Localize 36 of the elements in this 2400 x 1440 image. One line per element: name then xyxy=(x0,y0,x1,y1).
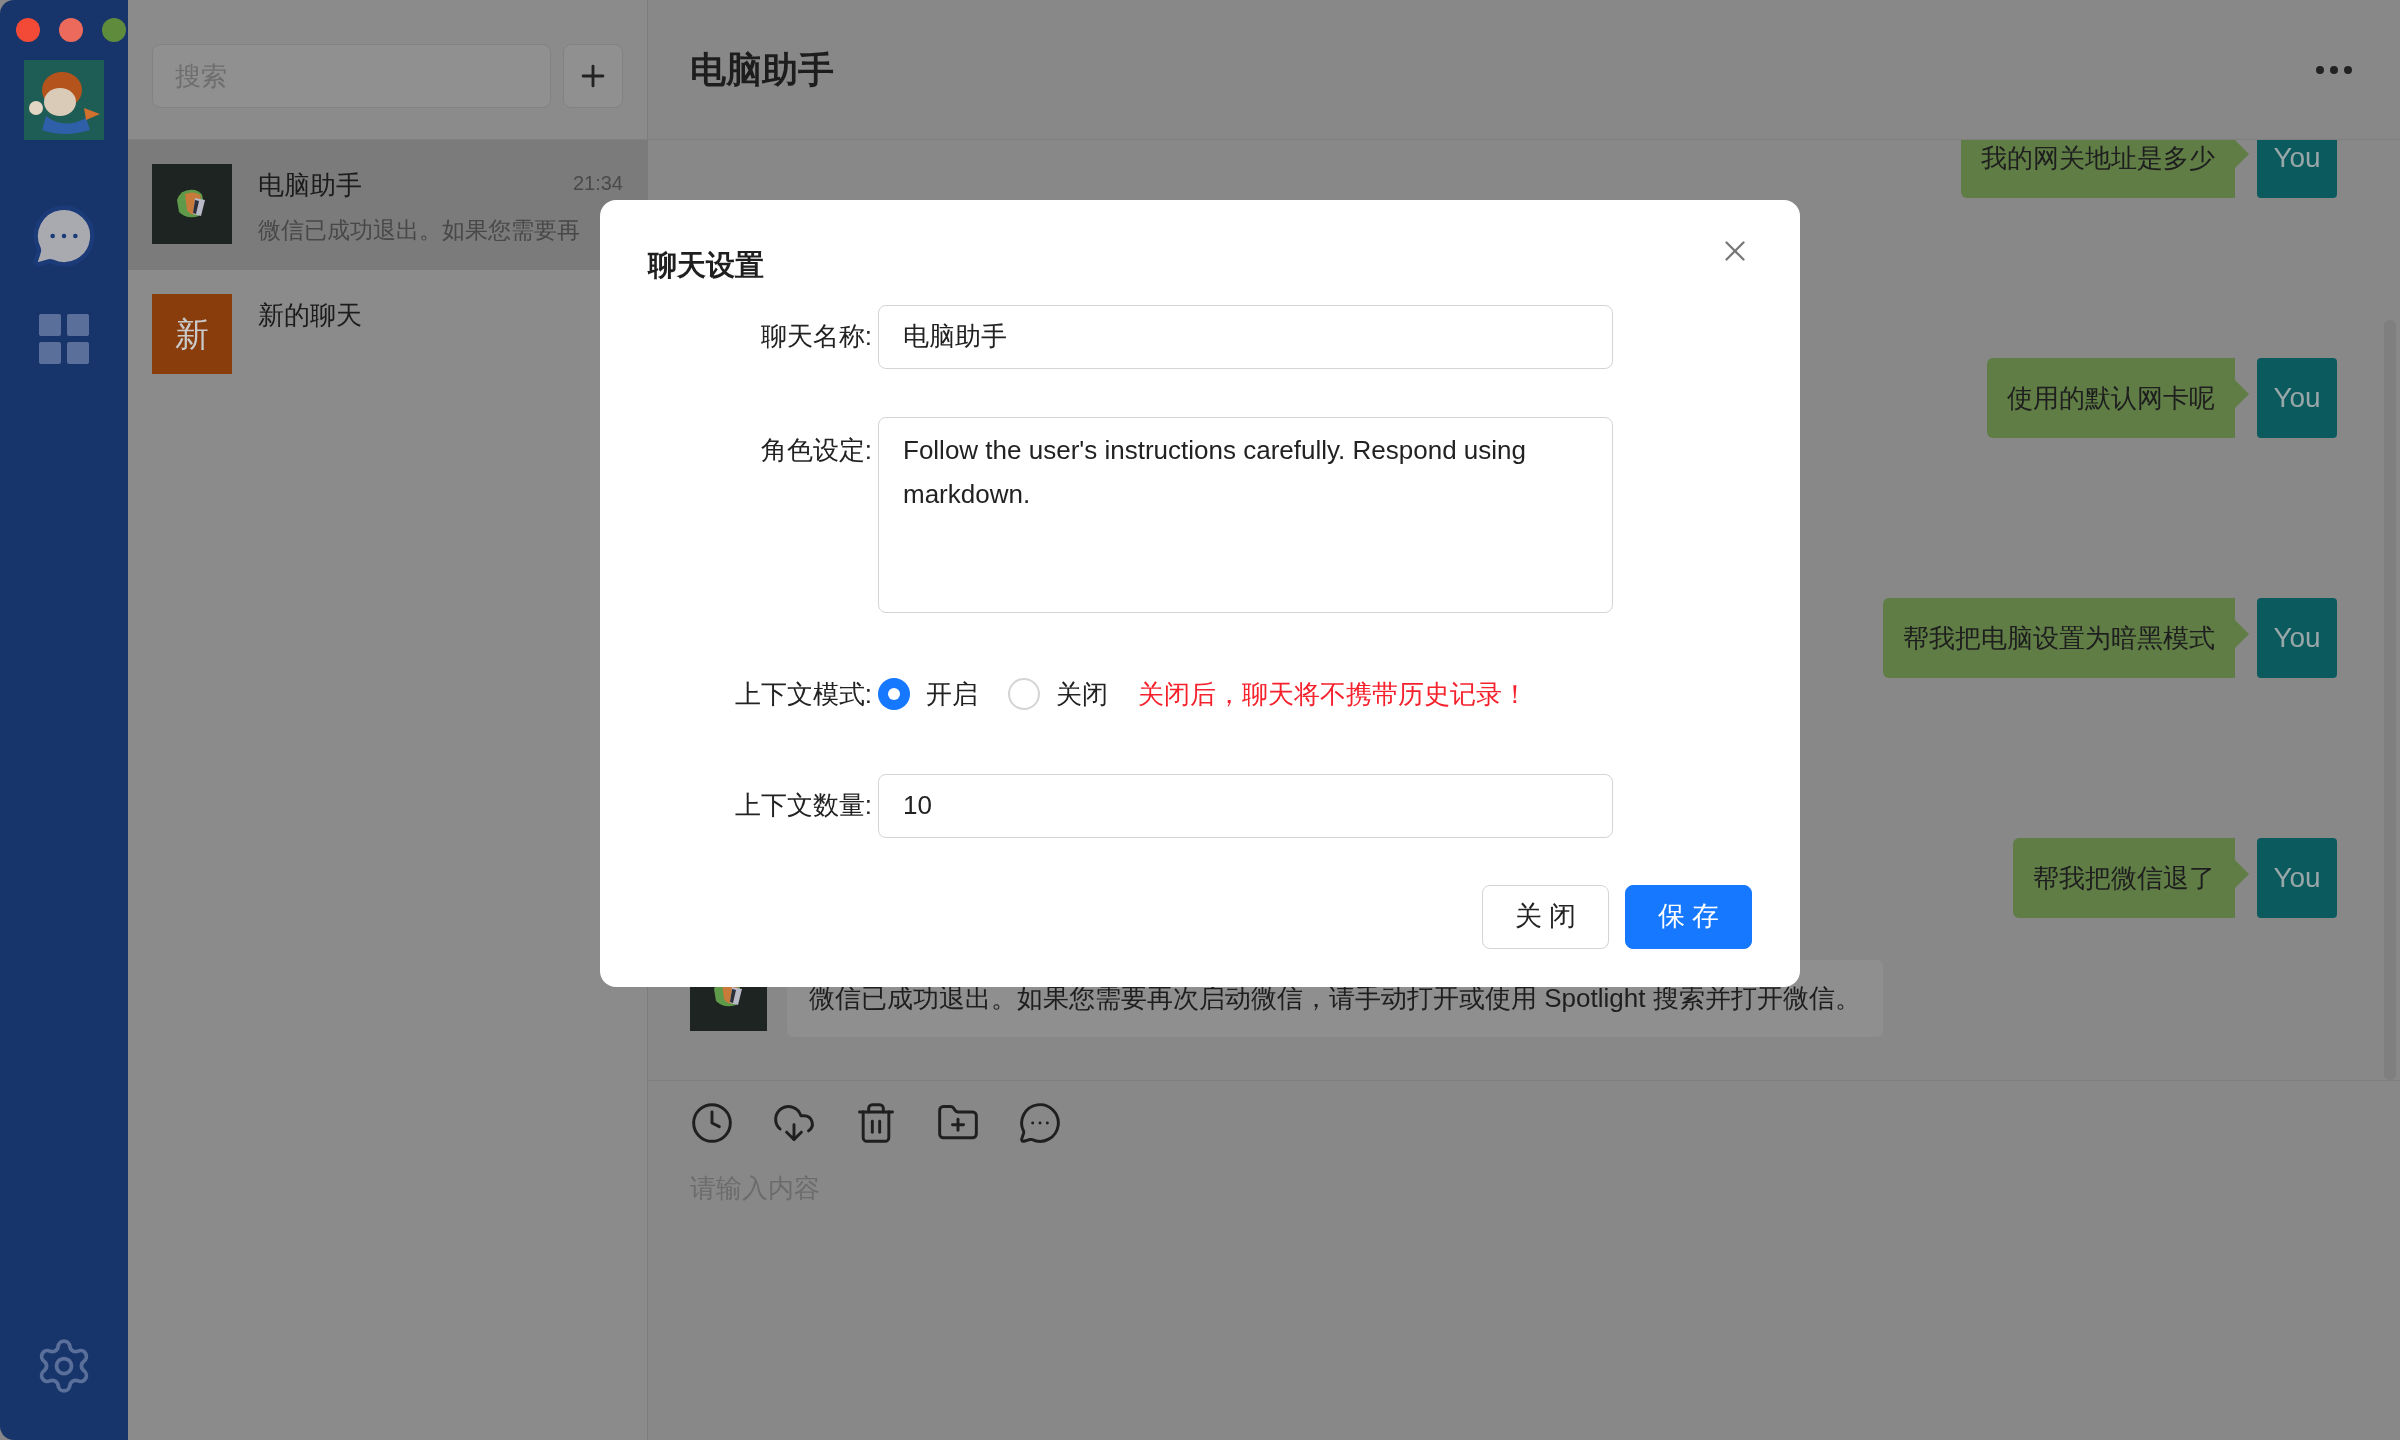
chat-settings-icon[interactable] xyxy=(1018,1101,1062,1145)
field-label: 上下文模式: xyxy=(733,677,873,711)
radio-icon[interactable] xyxy=(878,678,910,710)
chat-icon[interactable] xyxy=(30,202,98,270)
message-bubble: 我的网关地址是多少 xyxy=(1961,140,2249,198)
close-window-icon[interactable] xyxy=(16,18,40,42)
radio-icon[interactable] xyxy=(1008,678,1040,710)
chat-title: 电脑助手 xyxy=(690,47,834,92)
save-button[interactable]: 保 存 xyxy=(1625,884,1752,949)
radio-option[interactable]: 关闭 xyxy=(1008,674,1108,714)
user-avatar: You xyxy=(2257,358,2337,438)
context-count-field[interactable]: 10 xyxy=(878,773,1613,838)
radio-option[interactable]: 开启 xyxy=(878,674,978,714)
history-icon[interactable] xyxy=(690,1101,734,1145)
grid-icon[interactable] xyxy=(39,314,89,364)
field-label: 角色设定: xyxy=(759,433,873,467)
user-avatar: You xyxy=(2257,838,2337,918)
message-bubble: 帮我把电脑设置为暗黑模式 xyxy=(1883,598,2249,678)
user-avatar: You xyxy=(2257,598,2337,678)
user-avatar: You xyxy=(2257,140,2337,198)
field-label: 上下文数量: xyxy=(733,789,873,822)
minimize-window-icon[interactable] xyxy=(59,18,83,42)
field-label: 聊天名称: xyxy=(759,320,873,353)
warning-text: 关闭后，聊天将不携带历史记录！ xyxy=(1138,677,1528,711)
role-field[interactable]: Follow the user's instructions carefully. Respond using markdown. xyxy=(878,416,1613,613)
maximize-window-icon[interactable] xyxy=(102,18,126,42)
chat-name-field[interactable]: 电脑助手 xyxy=(878,304,1613,369)
chat-name: 新的聊天 xyxy=(258,299,362,332)
chat-name: 电脑助手 xyxy=(258,169,362,202)
logo-icon xyxy=(177,189,207,219)
message-bubble: 帮我把微信退了 xyxy=(2013,838,2249,918)
message-bubble: 使用的默认网卡呢 xyxy=(1987,358,2249,438)
close-dialog-button[interactable]: 关 闭 xyxy=(1482,884,1609,949)
dialog-title: 聊天设置 xyxy=(648,248,764,283)
add-chat-button[interactable] xyxy=(563,44,623,108)
chat-avatar: 新 xyxy=(152,294,232,374)
